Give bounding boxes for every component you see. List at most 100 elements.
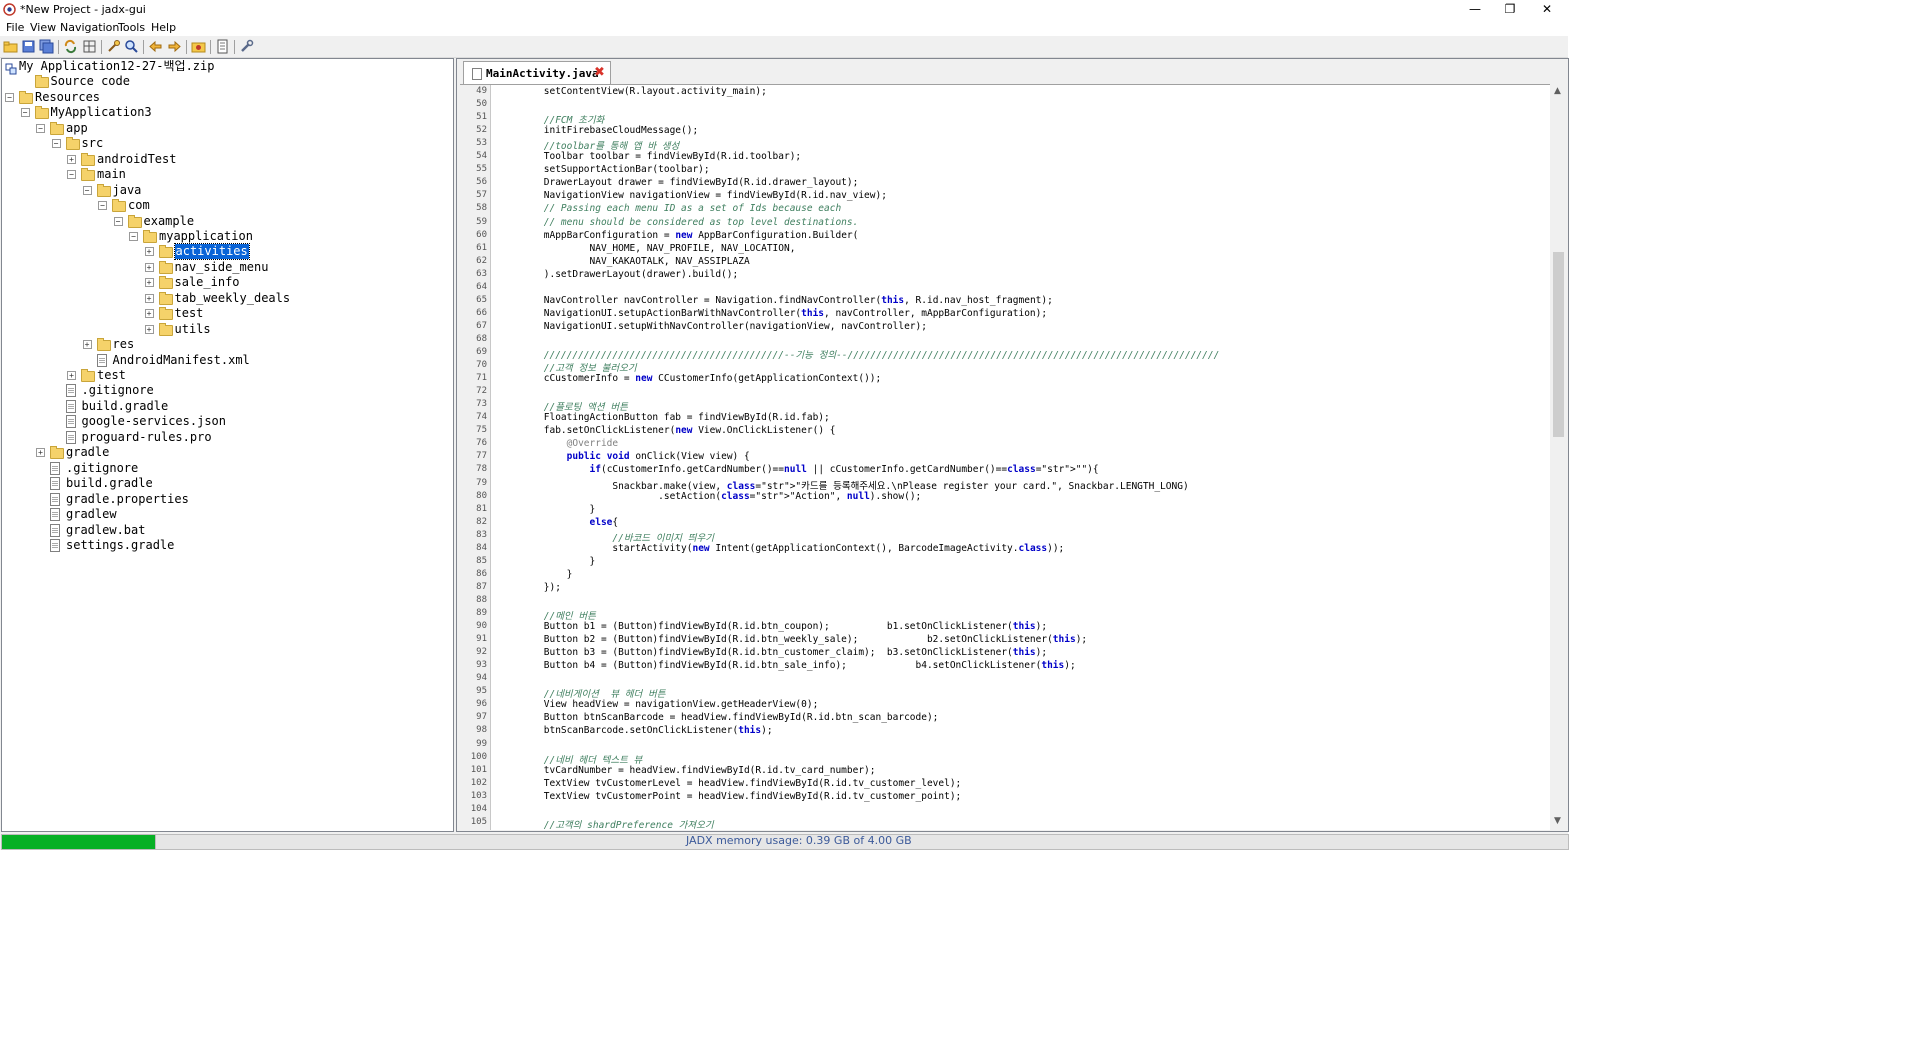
expand-icon[interactable]: + (144, 278, 154, 288)
tab-label: MainActivity.java (486, 67, 599, 80)
deobfuscate-icon[interactable] (191, 39, 206, 54)
collapse-icon[interactable]: − (67, 170, 76, 180)
tree-item[interactable]: + utils (2, 322, 450, 337)
tree-item[interactable]: − src (2, 136, 450, 151)
tree-item[interactable]: + nav_side_menu (2, 260, 450, 275)
tree-item[interactable]: − main (2, 167, 450, 182)
maximize-button[interactable]: ❐ (1495, 0, 1525, 20)
menu-view[interactable]: View (30, 21, 56, 34)
tree-item[interactable]: − MyApplication3 (2, 105, 450, 120)
tree-item[interactable]: gradle.properties (2, 492, 450, 507)
tree-item-label: proguard-rules.pro (81, 429, 212, 444)
collapse-icon[interactable]: − (5, 92, 14, 102)
scroll-down-icon[interactable]: ▼ (1554, 816, 1561, 826)
code-line: DrawerLayout drawer = findViewById(R.id.… (498, 177, 859, 189)
tree-item[interactable]: − java (2, 183, 450, 198)
scrollbar-thumb[interactable] (1553, 252, 1564, 437)
tree-item[interactable]: gradlew.bat (2, 523, 450, 538)
sync-icon[interactable] (63, 39, 78, 54)
tree-item[interactable]: My Application12-27-백업.zip (2, 59, 450, 75)
line-number: 73 (476, 399, 487, 410)
tree-item[interactable]: .gitignore (2, 383, 450, 398)
collapse-icon[interactable]: − (20, 108, 30, 118)
forward-icon[interactable] (167, 39, 182, 54)
line-number-gutter: 49 50 51 52 53 54 55 56 57 58 59 60 61 62 63 64 65 66 67 68… (460, 85, 491, 830)
collapse-icon[interactable]: − (113, 216, 123, 226)
minimize-button[interactable]: — (1460, 0, 1490, 20)
line-number: 56 (476, 177, 487, 188)
folder-icon (96, 183, 111, 197)
expand-icon[interactable]: + (144, 293, 154, 303)
line-number: 53 (476, 138, 487, 149)
open-icon[interactable] (3, 39, 18, 54)
tree-item[interactable]: + gradle (2, 445, 450, 460)
tree-item[interactable]: − app (2, 121, 450, 136)
flatten-icon[interactable] (82, 39, 97, 54)
editor-vertical-scrollbar[interactable]: ▲ ▼ (1551, 84, 1566, 829)
tree-item[interactable]: + tab_weekly_deals (2, 291, 450, 306)
tree-item[interactable]: + test (2, 306, 450, 321)
menu-help[interactable]: Help (151, 21, 176, 34)
expand-icon[interactable]: + (144, 262, 154, 272)
tree-item[interactable]: AndroidManifest.xml (2, 353, 450, 368)
tree-item[interactable]: − example (2, 214, 450, 229)
line-number: 59 (476, 216, 487, 227)
code-line: Button b2 = (Button)findViewById(R.id.bt… (498, 634, 1088, 646)
save-all-icon[interactable] (39, 39, 54, 54)
preferences-icon[interactable] (239, 39, 254, 54)
expand-icon[interactable]: + (144, 247, 154, 257)
expand-icon[interactable]: + (144, 309, 154, 319)
menu-navigation[interactable]: Navigation (60, 21, 119, 34)
tree-item[interactable]: + sale_info (2, 275, 450, 290)
tree-item[interactable]: google-services.json (2, 414, 450, 429)
collapse-icon[interactable]: − (98, 201, 107, 211)
tree-item-label: res (112, 337, 135, 352)
save-icon[interactable] (21, 39, 36, 54)
scroll-up-icon[interactable]: ▲ (1554, 86, 1561, 96)
collapse-icon[interactable]: − (129, 231, 138, 241)
project-tree[interactable]: My Application12-27-백업.zip Source code − Re… (1, 58, 454, 832)
tree-item[interactable]: − Resources (2, 90, 450, 105)
expand-icon[interactable]: + (36, 448, 45, 458)
find-icon[interactable] (106, 39, 121, 54)
code-line: Button b3 = (Button)findViewById(R.id.bt… (498, 647, 1048, 659)
expand-icon[interactable]: + (67, 371, 76, 380)
tree-item[interactable]: proguard-rules.pro (2, 430, 450, 445)
folder-icon (143, 229, 157, 243)
tab-mainactivity[interactable]: MainActivity.java ✖ (463, 61, 611, 84)
expand-icon[interactable]: + (82, 340, 92, 350)
jadx-window: *New Project - jadx-gui — ❐ ✕ File View … (0, 0, 1569, 850)
tree-item[interactable]: build.gradle (2, 476, 450, 491)
tab-close-icon[interactable]: ✖ (594, 65, 605, 80)
menu-tools[interactable]: Tools (118, 21, 145, 34)
log-icon[interactable] (215, 39, 230, 54)
tree-item[interactable]: − myapplication (2, 229, 450, 244)
close-button[interactable]: ✕ (1532, 0, 1562, 20)
menu-file[interactable]: File (6, 21, 24, 34)
tree-item[interactable]: − com (2, 198, 450, 213)
expand-icon[interactable]: + (67, 154, 76, 164)
collapse-icon[interactable]: − (51, 139, 61, 149)
code-line: //고객 정보 불러오기 (498, 363, 637, 375)
folder-icon (65, 137, 80, 151)
tree-item[interactable]: + res (2, 337, 450, 352)
tree-item[interactable]: + androidTest (2, 152, 450, 167)
tree-item-label: google-services.json (81, 414, 227, 429)
tree-item[interactable]: Source code (2, 74, 450, 89)
tree-item[interactable]: + test (2, 368, 450, 383)
tree-item[interactable]: settings.gradle (2, 538, 450, 553)
tree-item[interactable]: .gitignore (2, 461, 450, 476)
back-icon[interactable] (148, 39, 163, 54)
collapse-icon[interactable]: − (36, 123, 45, 133)
expand-icon[interactable]: + (144, 324, 154, 334)
code-editor[interactable]: 49 50 51 52 53 54 55 56 57 58 59 60 61 62 63 64 65 66 67 68… (460, 84, 1550, 830)
line-number: 87 (476, 581, 487, 592)
folder-icon (158, 322, 173, 336)
collapse-icon[interactable]: − (82, 185, 92, 195)
tree-item-label: build.gradle (81, 398, 169, 413)
tree-item[interactable]: gradlew (2, 507, 450, 522)
tree-item[interactable]: build.gradle (2, 399, 450, 414)
code-line: public void onClick(View view) { (566, 451, 750, 463)
tree-item[interactable]: + activities (2, 243, 450, 261)
search-icon[interactable] (124, 39, 139, 54)
